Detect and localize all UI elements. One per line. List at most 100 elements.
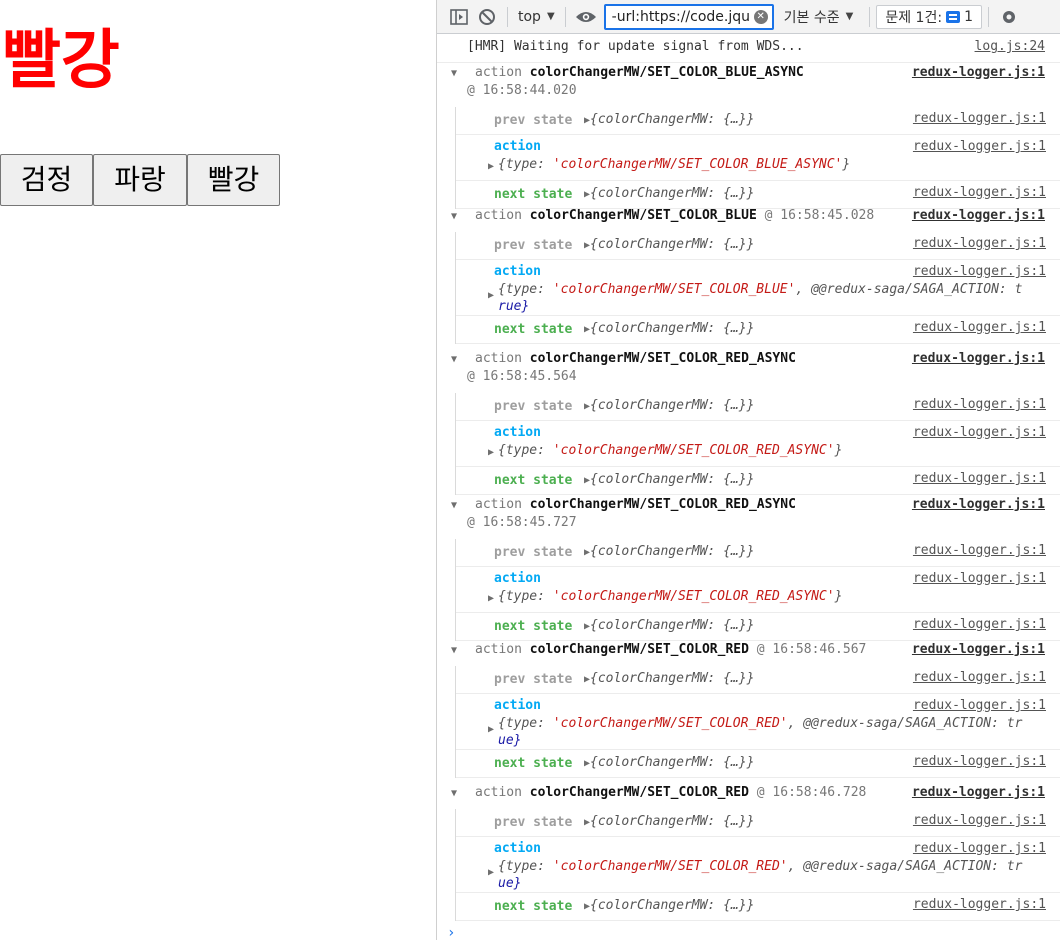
black-button[interactable]: 검정 — [0, 154, 93, 206]
state-text: {colorChangerMW: {…}} — [590, 814, 755, 829]
app-page: 빨강 검정 파랑 빨강 — [0, 0, 436, 940]
state-object[interactable]: ▶{colorChangerMW: {…}} — [584, 618, 754, 633]
chevron-down-icon: ▼ — [546, 11, 555, 22]
console-toolbar: top ▼ ✕ 기본 수준 ▼ 문제 1건: 1 — [437, 0, 1060, 34]
action-object-suffix: } — [834, 589, 843, 604]
action-timestamp: @ 16:58:45.028 — [764, 208, 875, 223]
action-object[interactable]: {type: 'colorChangerMW/SET_COLOR_BLUE_AS… — [498, 157, 850, 172]
state-object[interactable]: ▶{colorChangerMW: {…}} — [584, 321, 754, 336]
action-type: colorChangerMW/SET_COLOR_RED — [529, 785, 749, 800]
prev-state-row: prev state ▶{colorChangerMW: {…}} redux-lo… — [456, 393, 1060, 421]
log-source-link[interactable]: redux-logger.js:1 — [913, 754, 1046, 769]
action-object[interactable]: {type: 'colorChangerMW/SET_COLOR_RED_ASY… — [498, 589, 842, 604]
show-sidebar-icon[interactable] — [445, 3, 473, 31]
log-source-link[interactable]: redux-logger.js:1 — [913, 813, 1046, 828]
log-source-link[interactable]: redux-logger.js:1 — [913, 617, 1046, 632]
log-group-header[interactable]: ▼ action colorChangerMW/SET_COLOR_RED @ 1… — [437, 640, 1060, 666]
log-source-link[interactable]: redux-logger.js:1 — [912, 208, 1045, 223]
log-source-link[interactable]: redux-logger.js:1 — [913, 139, 1046, 154]
filter-input[interactable] — [611, 8, 750, 25]
action-type: colorChangerMW/SET_COLOR_RED_ASYNC — [529, 351, 796, 366]
state-object[interactable]: ▶{colorChangerMW: {…}} — [584, 814, 754, 829]
state-object[interactable]: ▶{colorChangerMW: {…}} — [584, 112, 754, 127]
log-group-body: prev state ▶{colorChangerMW: {…}} redux-lo… — [455, 107, 1060, 209]
expand-triangle-icon[interactable]: ▼ — [451, 645, 457, 656]
state-object[interactable]: ▶{colorChangerMW: {…}} — [584, 544, 754, 559]
console-filter[interactable]: ✕ — [603, 3, 774, 30]
log-source-link[interactable]: redux-logger.js:1 — [912, 642, 1045, 657]
log-group-header[interactable]: ▼ action colorChangerMW/SET_COLOR_BLUE @ … — [437, 206, 1060, 232]
log-source-link[interactable]: redux-logger.js:1 — [913, 320, 1046, 335]
expand-triangle-icon[interactable]: ▶ — [488, 593, 494, 604]
action-type-value: 'colorChangerMW/SET_COLOR_RED_ASYNC' — [552, 589, 835, 604]
state-object[interactable]: ▶{colorChangerMW: {…}} — [584, 472, 754, 487]
action-object[interactable]: {type: 'colorChangerMW/SET_COLOR_BLUE', … — [498, 282, 1022, 297]
state-object[interactable]: ▶{colorChangerMW: {…}} — [584, 898, 754, 913]
log-source-link[interactable]: redux-logger.js:1 — [912, 351, 1045, 366]
log-source-link[interactable]: log.js:24 — [975, 39, 1045, 54]
log-source-link[interactable]: redux-logger.js:1 — [913, 471, 1046, 486]
expand-triangle-icon[interactable]: ▶ — [488, 161, 494, 172]
prev-state-label: prev state — [494, 545, 573, 560]
state-object[interactable]: ▶{colorChangerMW: {…}} — [584, 237, 754, 252]
log-source-link[interactable]: redux-logger.js:1 — [913, 264, 1046, 279]
context-selector[interactable]: top ▼ — [514, 9, 559, 25]
log-group-header[interactable]: ▼ action colorChangerMW/SET_COLOR_RED_ASY… — [437, 495, 1060, 539]
expand-triangle-icon[interactable]: ▼ — [451, 500, 457, 511]
state-object[interactable]: ▶{colorChangerMW: {…}} — [584, 398, 754, 413]
action-row: action redux-logger.js:1 ▶ {type: 'colorCha… — [456, 135, 1060, 181]
log-group-header[interactable]: ▼ action colorChangerMW/SET_COLOR_BLUE_AS… — [437, 63, 1060, 107]
console-prompt-icon[interactable]: › — [447, 925, 455, 940]
clear-filter-icon[interactable]: ✕ — [753, 9, 768, 24]
toolbar-separator — [987, 6, 989, 27]
log-source-link[interactable]: redux-logger.js:1 — [913, 236, 1046, 251]
next-state-row: next state ▶{colorChangerMW: {…}} redux-lo… — [456, 750, 1060, 778]
action-object-suffix: , @@redux-saga/SAGA_ACTION: t — [795, 282, 1023, 297]
log-source-link[interactable]: redux-logger.js:1 — [912, 785, 1045, 800]
expand-triangle-icon[interactable]: ▼ — [451, 354, 457, 365]
expand-triangle-icon[interactable]: ▼ — [451, 788, 457, 799]
prev-state-label: prev state — [494, 815, 573, 830]
log-source-link[interactable]: redux-logger.js:1 — [913, 185, 1046, 200]
blue-button[interactable]: 파랑 — [93, 154, 187, 206]
action-object[interactable]: {type: 'colorChangerMW/SET_COLOR_RED', @… — [498, 859, 1022, 874]
log-source-link[interactable]: redux-logger.js:1 — [913, 425, 1046, 440]
log-source-link[interactable]: redux-logger.js:1 — [913, 698, 1046, 713]
log-source-link[interactable]: redux-logger.js:1 — [913, 543, 1046, 558]
log-group-header[interactable]: ▼ action colorChangerMW/SET_COLOR_RED @ 1… — [437, 783, 1060, 809]
issues-button[interactable]: 문제 1건: 1 — [876, 4, 982, 29]
log-level-selector[interactable]: 기본 수준 ▼ — [774, 7, 864, 27]
log-source-link[interactable]: redux-logger.js:1 — [913, 111, 1046, 126]
next-state-label: next state — [494, 899, 573, 914]
live-expression-eye-icon[interactable] — [572, 3, 600, 31]
expand-triangle-icon[interactable]: ▶ — [488, 724, 494, 735]
log-group-header[interactable]: ▼ action colorChangerMW/SET_COLOR_RED_ASY… — [437, 349, 1060, 393]
state-object[interactable]: ▶{colorChangerMW: {…}} — [584, 671, 754, 686]
log-source-link[interactable]: redux-logger.js:1 — [913, 670, 1046, 685]
next-state-row: next state ▶{colorChangerMW: {…}} redux-lo… — [456, 181, 1060, 209]
state-object[interactable]: ▶{colorChangerMW: {…}} — [584, 186, 754, 201]
expand-triangle-icon[interactable]: ▼ — [451, 211, 457, 222]
log-source-link[interactable]: redux-logger.js:1 — [913, 571, 1046, 586]
log-source-link[interactable]: redux-logger.js:1 — [912, 497, 1045, 512]
action-object[interactable]: {type: 'colorChangerMW/SET_COLOR_RED_ASY… — [498, 443, 842, 458]
expand-triangle-icon[interactable]: ▶ — [488, 447, 494, 458]
log-level-label: 기본 수준 — [783, 9, 840, 26]
log-source-link[interactable]: redux-logger.js:1 — [913, 397, 1046, 412]
clear-console-icon[interactable] — [473, 3, 501, 31]
log-source-link[interactable]: redux-logger.js:1 — [912, 65, 1045, 80]
gear-icon[interactable] — [995, 3, 1023, 31]
toolbar-separator — [564, 6, 566, 27]
log-source-link[interactable]: redux-logger.js:1 — [913, 841, 1046, 856]
action-object-prefix: {type: — [498, 282, 553, 297]
action-object[interactable]: {type: 'colorChangerMW/SET_COLOR_RED', @… — [498, 716, 1022, 731]
prev-state-row: prev state ▶{colorChangerMW: {…}} redux-lo… — [456, 809, 1060, 837]
state-object[interactable]: ▶{colorChangerMW: {…}} — [584, 755, 754, 770]
expand-triangle-icon[interactable]: ▶ — [488, 290, 494, 301]
state-text: {colorChangerMW: {…}} — [590, 898, 755, 913]
expand-triangle-icon[interactable]: ▶ — [488, 867, 494, 878]
prev-state-row: prev state ▶{colorChangerMW: {…}} redux-lo… — [456, 539, 1060, 567]
log-source-link[interactable]: redux-logger.js:1 — [913, 897, 1046, 912]
expand-triangle-icon[interactable]: ▼ — [451, 68, 457, 79]
red-button[interactable]: 빨강 — [187, 154, 280, 206]
